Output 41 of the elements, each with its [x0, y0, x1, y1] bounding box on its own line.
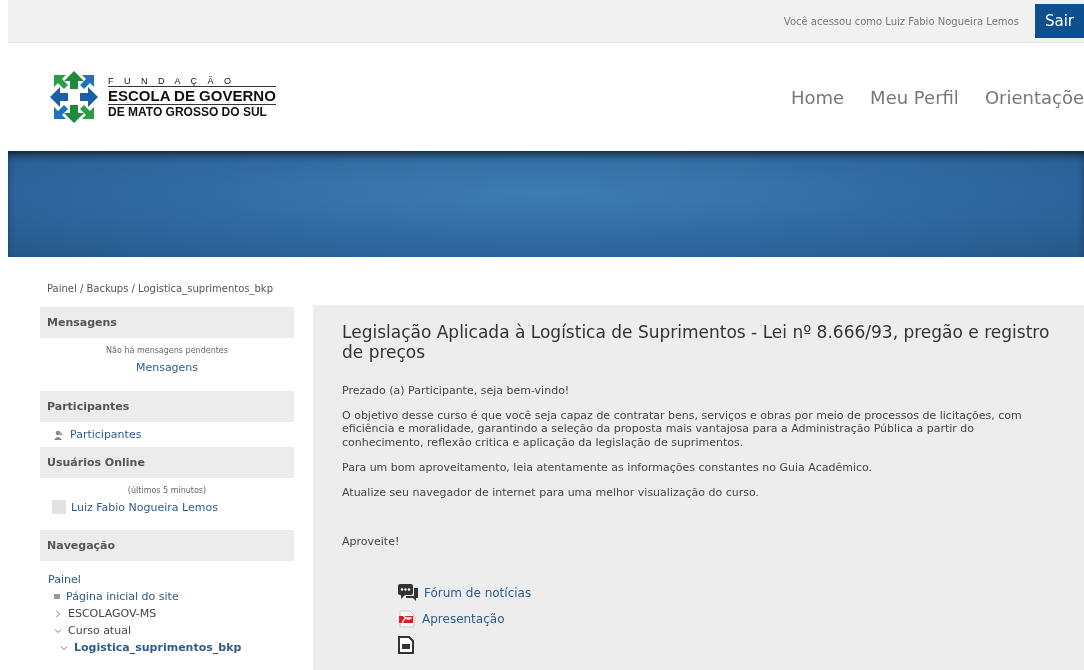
chat-bubbles-icon [398, 584, 418, 603]
logout-button[interactable]: Sair [1034, 4, 1084, 38]
breadcrumb: Painel / Backups / Logistica_suprimentos_bkp [46, 282, 274, 297]
logo-subtitle: F U N D A Ç Ã O [108, 75, 236, 86]
chevron-down-icon[interactable] [60, 643, 68, 652]
nav-tree-item[interactable]: Logistica_suprimentos_bkp [74, 641, 242, 654]
block-note: (últimos 5 minutos) [126, 485, 208, 497]
document-icon [398, 636, 414, 655]
logo-icon [48, 69, 100, 125]
block-note: Não há mensagens pendentes [105, 345, 229, 357]
user-link[interactable]: Luiz Fabio Nogueira Lemos [71, 500, 218, 514]
course-title: Legislação Aplicada à Logística de Suprimentos - Lei nº 8.666/93, pregão e registro de preços [342, 323, 1051, 363]
block-heading: Mensagens [40, 307, 294, 338]
pdf-icon [398, 610, 416, 629]
paragraph: Atualize seu navegador de internet para uma melhor visualização do curso. [342, 486, 760, 500]
bullet-icon [54, 594, 60, 599]
avatar [52, 500, 66, 514]
nav-link[interactable]: Meu Perfil [870, 86, 959, 108]
paragraph: Para um bom aproveitamento, leia atentamente as informações constantes no Guia Acadêmico. [342, 460, 874, 475]
block-heading: Usuários Online [40, 447, 294, 478]
block-heading: Navegação [40, 530, 294, 561]
nav-tree-link[interactable]: Painel [48, 573, 286, 586]
resource-link[interactable]: Fórum de notícias [424, 586, 532, 601]
nav-tree-item[interactable]: Curso atual [68, 624, 131, 637]
chevron-down-icon[interactable] [54, 626, 62, 635]
messages-link[interactable]: Mensagens [135, 361, 199, 374]
nav-link[interactable]: Orientaçõe [984, 86, 1084, 108]
paragraph: O objetivo desse curso é que você seja capaz de contratar bens, serviços e obras por meio de processos de licitações, com eficiência e moralidade, garantindo a seleção da proposta mais vantajosa para a Administração Pública a partir do conhecimento, reflexão critica e aplicação da legislação de suprimentos. [342, 409, 1023, 449]
nav-link[interactable]: Home [790, 86, 845, 108]
nav-tree-item[interactable]: ESCOLAGOV-MS [68, 607, 157, 620]
logo-title: ESCOLA DE GOVERNO [108, 85, 276, 105]
chevron-right-icon[interactable] [54, 609, 62, 618]
block-heading: Participantes [40, 391, 294, 422]
resource-link[interactable]: Apresentação [422, 612, 505, 627]
logged-in-text: Você acessou como Luiz Fabio Nogueira Lemos [783, 15, 1019, 27]
people-icon [54, 429, 64, 440]
nav-tree-item[interactable]: Página inicial do site [66, 590, 179, 603]
paragraph: Prezado (a) Participante, seja bem-vindo! [342, 384, 571, 398]
logo-subtitle: DE MATO GROSSO DO SUL [108, 104, 268, 119]
participants-link[interactable]: Participantes [70, 428, 142, 441]
paragraph: Aproveite! [342, 535, 401, 549]
